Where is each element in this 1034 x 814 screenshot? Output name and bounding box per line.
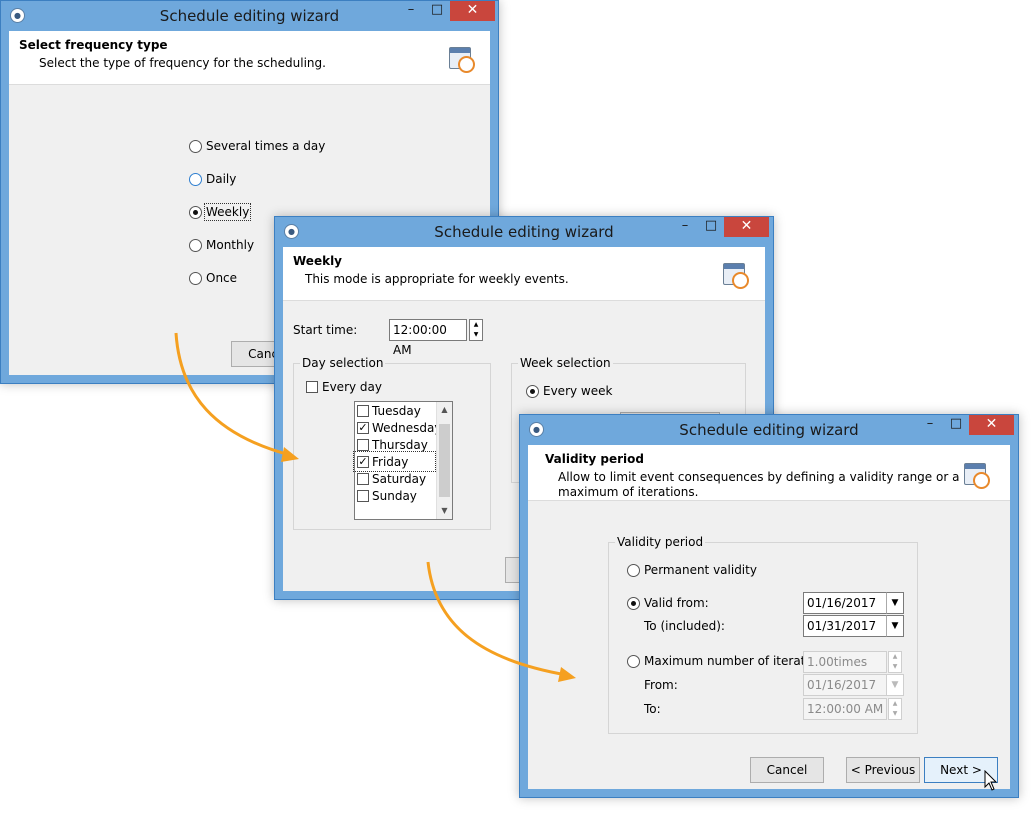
flow-arrow-2-head <box>558 667 576 682</box>
flow-arrow-1-head <box>281 447 299 462</box>
flow-arrow-1 <box>174 332 291 457</box>
flow-arrows <box>174 332 576 682</box>
flow-arrow-2 <box>426 561 568 677</box>
